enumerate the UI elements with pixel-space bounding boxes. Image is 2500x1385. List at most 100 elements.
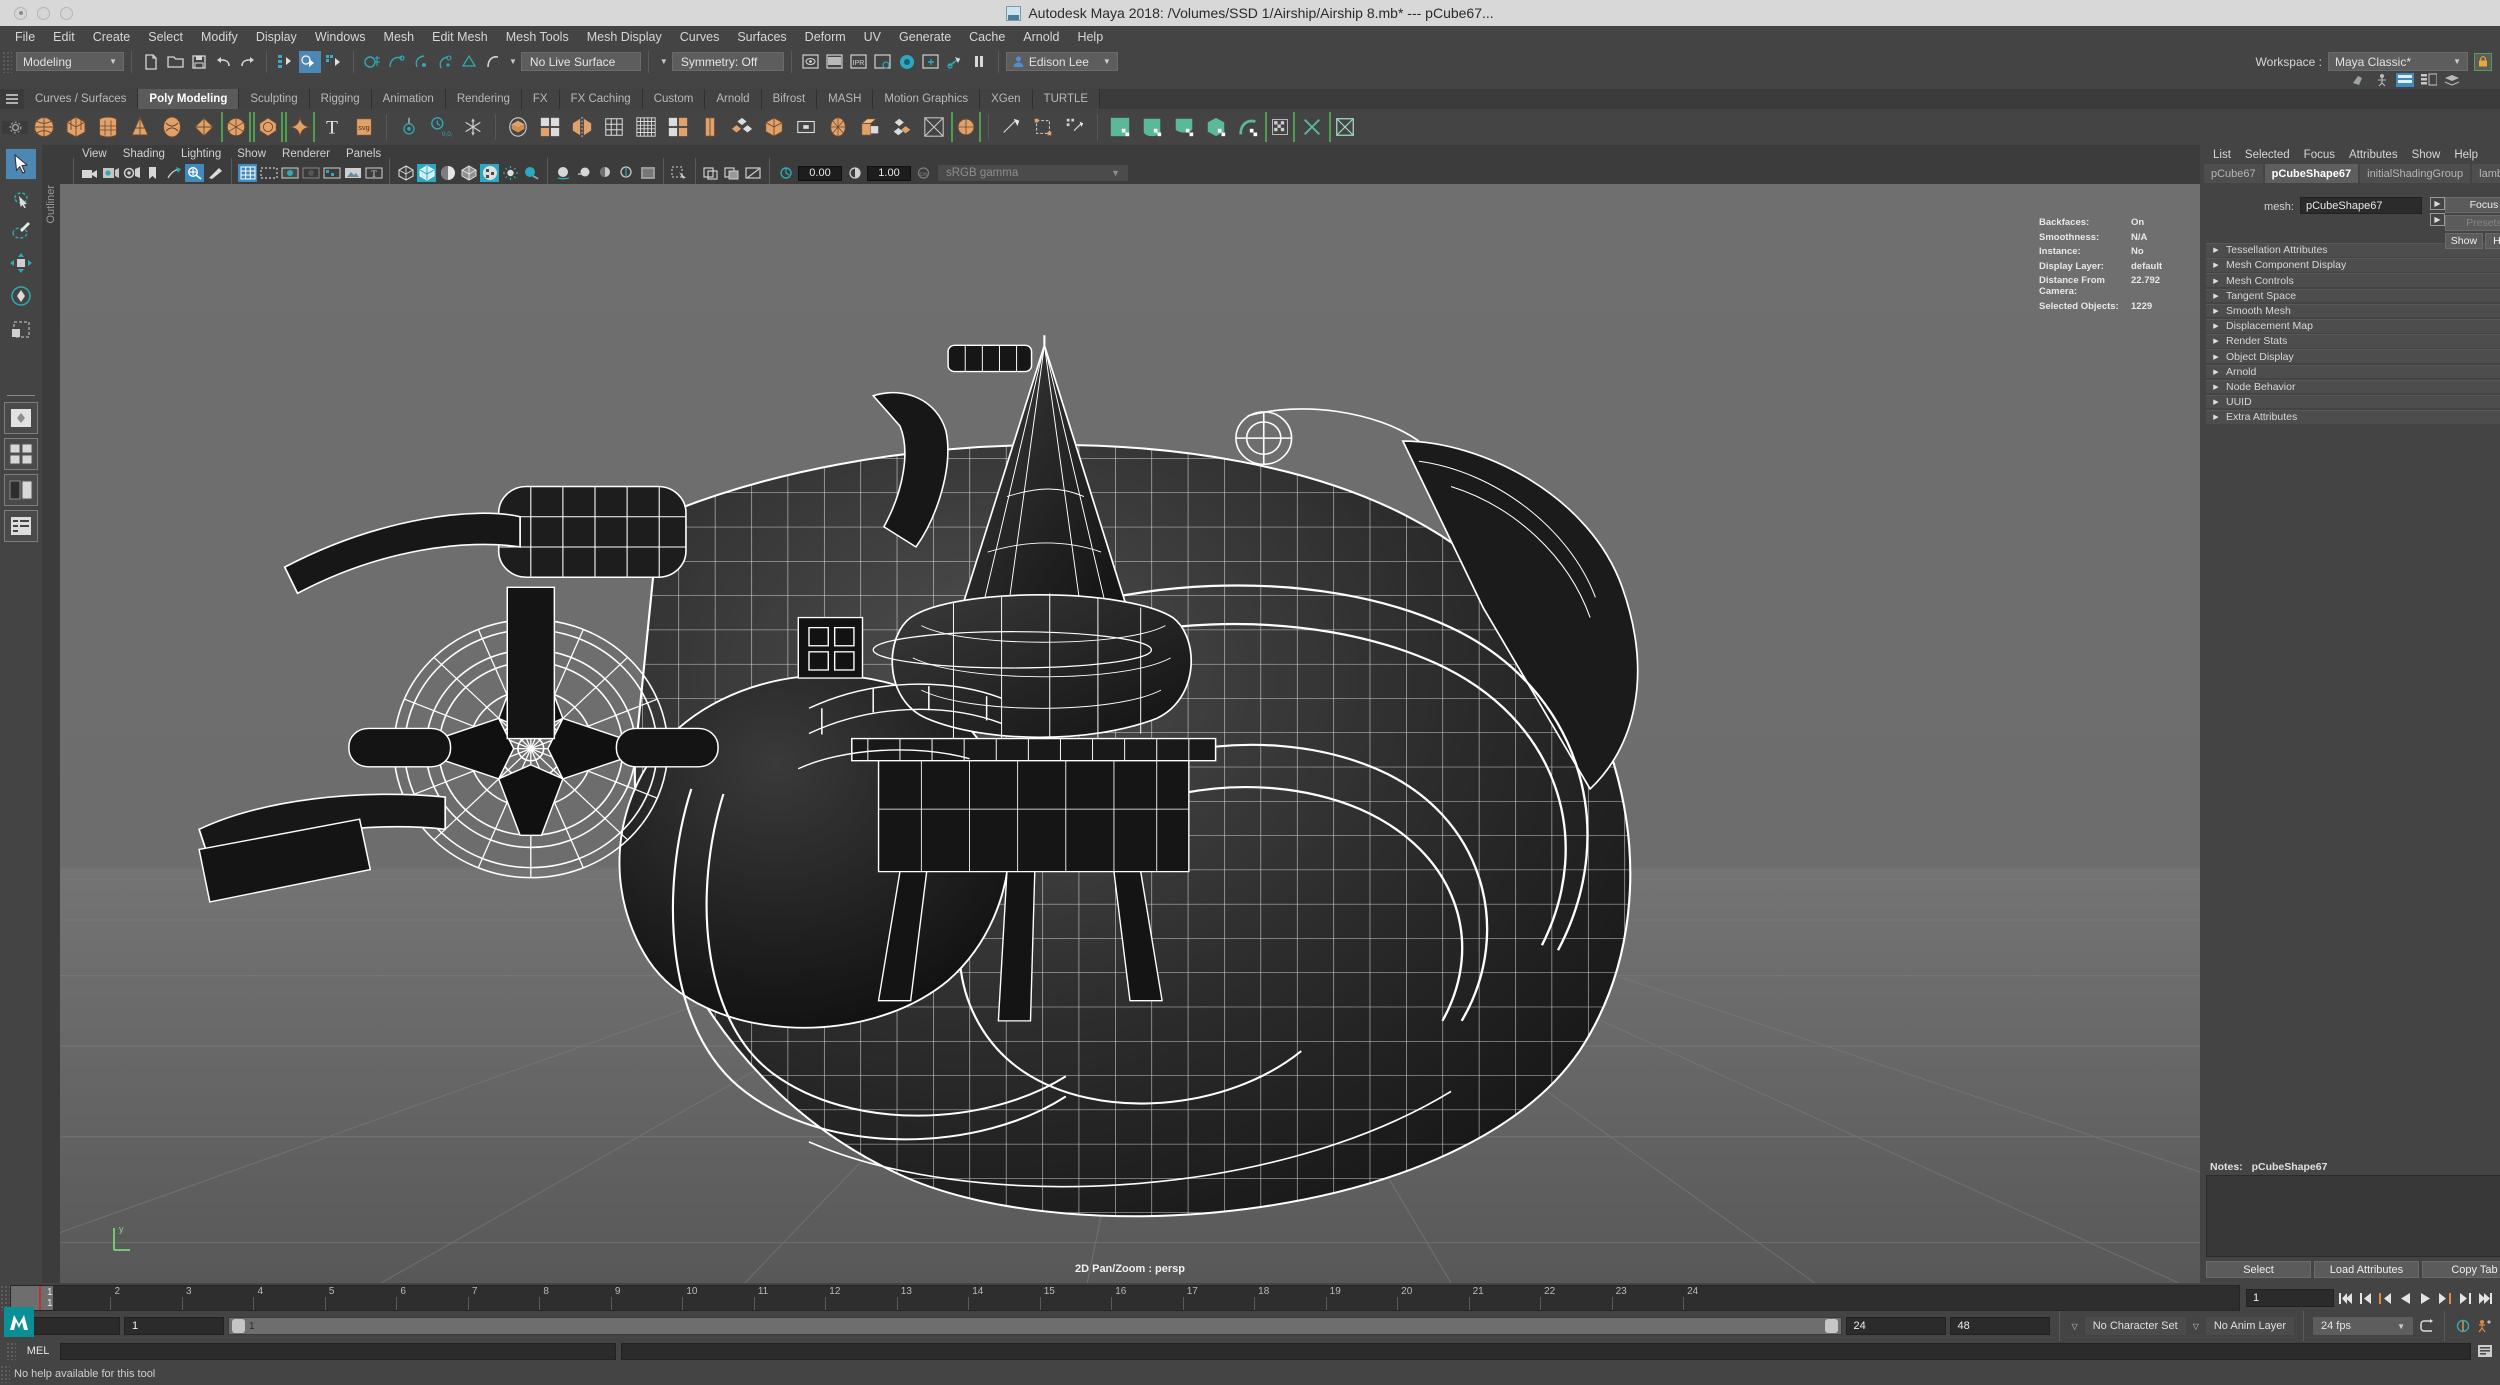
focus-button[interactable]: Focus xyxy=(2444,197,2500,213)
camera-bookmark-icon[interactable] xyxy=(122,164,141,182)
command-output[interactable] xyxy=(621,1342,2471,1360)
bookmark-icon[interactable] xyxy=(143,164,162,182)
mirror-icon[interactable] xyxy=(567,112,597,142)
attribute-editor-tabs[interactable]: pCube67 pCubeShape67 initialShadingGroup la… xyxy=(2200,164,2500,183)
render-sequence-icon[interactable] xyxy=(824,51,846,73)
sculpt-target-icon[interactable] xyxy=(394,112,424,142)
range-slider-row[interactable]: 1 1 1 24 48 ▽ No Character Set ▽ No Anim… xyxy=(0,1311,2500,1341)
status-line-toolbar[interactable]: Modeling ▼ ▼ No Live Surface ▼ Symmetry:… xyxy=(0,48,2500,75)
command-line[interactable]: MEL xyxy=(0,1339,2500,1363)
select-by-object-type-button[interactable] xyxy=(299,50,321,73)
next-node-button[interactable]: ▶ xyxy=(2429,213,2445,226)
fps-selector[interactable]: 24 fps ▼ xyxy=(2313,1317,2413,1335)
menu-item-windows[interactable]: Windows xyxy=(306,28,375,46)
range-end-field[interactable]: 24 xyxy=(1845,1317,1946,1335)
grid-toggle-icon[interactable] xyxy=(238,164,257,182)
transform-component-icon[interactable] xyxy=(919,112,949,142)
menu-item-surfaces[interactable]: Surfaces xyxy=(728,28,795,46)
xray-icon[interactable] xyxy=(702,164,721,182)
shelf-tab-turtle[interactable]: TURTLE xyxy=(1032,89,1101,109)
exposure-reset-icon[interactable] xyxy=(776,164,795,182)
viewport-menu-shading[interactable]: Shading xyxy=(115,148,173,160)
anim-end-field[interactable]: 48 xyxy=(1949,1317,2050,1335)
go-to-start-button[interactable] xyxy=(2336,1289,2354,1307)
step-forward-key-button[interactable] xyxy=(2456,1289,2474,1307)
character-set-field[interactable]: No Character Set xyxy=(2084,1317,2186,1335)
menu-item-edit[interactable]: Edit xyxy=(44,28,84,46)
paint-select-tool[interactable] xyxy=(6,215,36,245)
paint-tool-icon[interactable] xyxy=(1060,112,1090,142)
reduce-icon[interactable] xyxy=(695,112,725,142)
mesh-name-input[interactable]: pCubeShape67 xyxy=(2300,197,2422,214)
two-pane-layout[interactable] xyxy=(4,474,38,506)
attribute-editor-menu[interactable]: List Selected Focus Attributes Show Help xyxy=(2200,145,2500,164)
attr-section-uuid[interactable]: ▶ UUID xyxy=(2206,394,2500,409)
xray-active-components-icon[interactable] xyxy=(744,164,763,182)
poly-sphere-icon[interactable] xyxy=(29,112,59,142)
screen-space-ao-icon[interactable] xyxy=(554,164,573,182)
editor-shortcut-row[interactable] xyxy=(0,73,2500,89)
viewport-3d[interactable]: Backfaces: On Smoothness: N/A Instance: No Dis… xyxy=(60,184,2200,1283)
ae-menu-selected[interactable]: Selected xyxy=(2238,149,2297,161)
shelf-icon-bar[interactable]: T svg 0,0,0 xyxy=(0,109,2500,145)
uv-transfer-icon[interactable] xyxy=(1329,112,1359,142)
undo-button[interactable] xyxy=(212,51,234,73)
ae-select-button[interactable]: Select xyxy=(2206,1261,2311,1278)
attribute-section-list[interactable]: ▶ Tessellation Attributes ▶ Mesh Component … xyxy=(2200,243,2500,1158)
shelf-tab-animation[interactable]: Animation xyxy=(371,89,446,109)
bridge-icon[interactable] xyxy=(791,112,821,142)
range-handle-left[interactable] xyxy=(232,1319,245,1333)
poly-cylinder-icon[interactable] xyxy=(93,112,123,142)
extrude-icon[interactable] xyxy=(855,112,885,142)
menu-item-curves[interactable]: Curves xyxy=(671,28,729,46)
range-start-field[interactable]: 1 xyxy=(124,1317,224,1335)
poly-platonic-icon[interactable] xyxy=(253,112,283,142)
circularize-icon[interactable] xyxy=(823,112,853,142)
command-input[interactable] xyxy=(60,1342,616,1360)
ae-menu-list[interactable]: List xyxy=(2206,149,2238,161)
shelf-tab-custom[interactable]: Custom xyxy=(642,89,706,109)
ae-menu-focus[interactable]: Focus xyxy=(2297,149,2342,161)
snap-to-projected-center-button[interactable] xyxy=(434,51,456,73)
menu-item-mesh-tools[interactable]: Mesh Tools xyxy=(497,28,578,46)
freeze-transform-icon[interactable] xyxy=(458,112,488,142)
two-d-pan-zoom-icon[interactable] xyxy=(185,164,204,182)
resolution-gate-icon[interactable] xyxy=(280,164,299,182)
outliner-rail[interactable]: Outliner xyxy=(42,145,60,1283)
current-frame-field[interactable]: 1 xyxy=(2246,1289,2334,1307)
exposure-icon[interactable] xyxy=(322,164,341,182)
snap-to-view-plane-button[interactable] xyxy=(458,51,480,73)
four-pane-layout[interactable] xyxy=(4,438,38,470)
pause-render-icon[interactable] xyxy=(968,51,990,73)
snap-to-point-button[interactable] xyxy=(410,51,432,73)
script-editor-button[interactable] xyxy=(2476,1342,2494,1360)
time-slider[interactable]: 1 1 2 3 4 5 6 7 8 9 10 11 12 13 14 15 16 17 18 19 20 21 22 23… xyxy=(0,1283,2500,1313)
make-live-button[interactable] xyxy=(482,51,504,73)
ae-copy-tab-button[interactable]: Copy Tab xyxy=(2421,1261,2500,1278)
isolate-select-icon[interactable] xyxy=(670,164,689,182)
select-by-component-type-button[interactable] xyxy=(323,51,345,73)
ae-menu-attributes[interactable]: Attributes xyxy=(2342,149,2405,161)
shadows-icon[interactable] xyxy=(522,164,541,182)
menu-item-cache[interactable]: Cache xyxy=(960,28,1014,46)
menu-item-help[interactable]: Help xyxy=(1068,28,1112,46)
menu-item-mesh[interactable]: Mesh xyxy=(375,28,424,46)
loop-playback-button[interactable] xyxy=(2417,1317,2435,1335)
go-to-end-button[interactable] xyxy=(2476,1289,2494,1307)
uv-unfold-icon[interactable] xyxy=(1233,112,1263,142)
camera-attributes-icon[interactable] xyxy=(101,164,120,182)
menu-item-deform[interactable]: Deform xyxy=(796,28,855,46)
smooth-shade-all-icon[interactable] xyxy=(438,164,457,182)
step-back-frame-button[interactable] xyxy=(2376,1289,2394,1307)
move-tool[interactable] xyxy=(6,248,36,278)
shelf-tab-fx[interactable]: FX xyxy=(521,89,560,109)
shelf-tab-mash[interactable]: MASH xyxy=(817,89,874,109)
multi-cut-icon[interactable] xyxy=(996,112,1026,142)
image-icon[interactable] xyxy=(343,164,362,182)
shelf-tab-xgen[interactable]: XGen xyxy=(980,89,1033,109)
merge-icon[interactable] xyxy=(887,112,917,142)
show-button[interactable]: Show xyxy=(2444,233,2483,249)
chevron-down-icon[interactable]: ▽ xyxy=(2190,1322,2202,1331)
user-account-selector[interactable]: Edison Lee ▼ xyxy=(1005,52,1118,71)
sculpt-mesh-icon[interactable] xyxy=(951,112,981,142)
